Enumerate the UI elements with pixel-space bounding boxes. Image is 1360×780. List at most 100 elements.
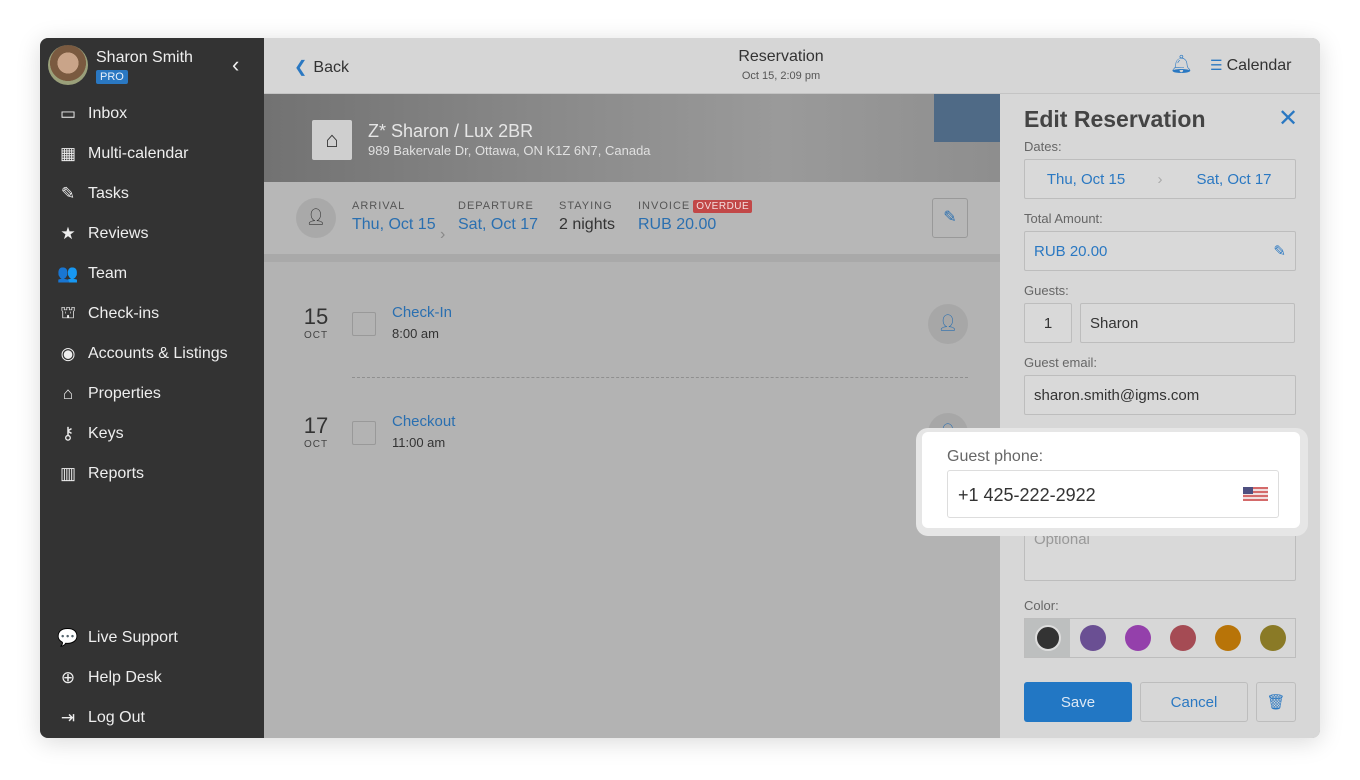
color-swatch[interactable] [1070,619,1115,657]
sidebar-item-live-support[interactable]: 💬 Live Support [40,618,264,658]
month: OCT [303,330,329,341]
task-time: 8:00 am [392,326,439,341]
sidebar-item-keys[interactable]: ⚷ Keys [40,414,264,454]
sidebar-item-reports[interactable]: ▥ Reports [40,454,264,494]
dates-label: Dates: [1024,139,1062,154]
total-amount-field[interactable]: RUB 20.00 ✎ [1024,231,1296,271]
tasks-icon: ✎ [60,184,76,203]
chevron-right-icon: › [1157,170,1163,188]
pencil-icon: ✎ [943,209,957,226]
day-number: 15 [303,304,329,329]
app-window: Sharon Smith PRO ‹ ▭ Inbox ▦ Multi-calendar… [40,38,1320,738]
phone-label: Guest phone: [947,448,1044,465]
star-icon: ★ [60,224,76,243]
sidebar-item-help-desk[interactable]: ⊕ Help Desk [40,658,264,698]
sidebar-item-label: Log Out [88,709,145,726]
phone-value: +1 425-222-2922 [958,485,1096,505]
sidebar-item-label: Keys [88,425,124,442]
color-swatch[interactable] [1250,619,1295,657]
date-from[interactable]: Thu, Oct 15 [1025,171,1147,188]
sidebar-item-label: Team [88,265,128,282]
banner-photo [934,94,1000,142]
delete-button[interactable]: 🗑︎ [1256,682,1296,722]
calendar-label: Calendar [1226,57,1292,74]
sidebar-item-label: Tasks [88,185,129,202]
month: OCT [303,439,329,450]
avatar[interactable] [48,45,88,85]
task-title[interactable]: Checkout [392,413,455,430]
departure: DEPARTURE Sat, Oct 17 [458,200,538,234]
sidebar-item-label: Inbox [88,105,128,122]
sidebar-item-tasks[interactable]: ✎ Tasks [40,174,264,214]
email-label: Guest email: [1024,355,1097,370]
sidebar-item-properties[interactable]: ⌂ Properties [40,374,264,414]
guest-name-input[interactable]: Sharon [1080,303,1295,343]
sidebar-item-check-ins[interactable]: ⛫ Check-ins [40,294,264,334]
sidebar-item-label: Help Desk [88,669,162,686]
sidebar-item-label: Live Support [88,629,178,646]
sidebar-item-multi-calendar[interactable]: ▦ Multi-calendar [40,134,264,174]
staying-label: STAYING [559,200,613,212]
assignee-icon[interactable]: 👤︎ [928,304,968,344]
sidebar-item-accounts-listings[interactable]: ◉ Accounts & Listings [40,334,264,374]
task-date: 17 OCT [292,413,340,450]
total-amount-value: RUB 20.00 [1034,242,1108,260]
property-banner: ⌂ Z* Sharon / Lux 2BR 989 Bakervale Dr, … [264,94,1000,182]
color-swatch[interactable] [1205,619,1250,657]
lifebuoy-icon: ⊕ [60,668,76,687]
reservation-summary: 👤︎ ARRIVAL Thu, Oct 15 › DEPARTURE Sat, Oc… [264,182,1000,262]
overdue-badge: OVERDUE [693,200,753,213]
calendar-icon: ▦ [59,144,77,163]
sidebar-item-log-out[interactable]: ⇥ Log Out [40,698,264,738]
guest-email-input[interactable]: sharon.smith@igms.com [1024,375,1296,415]
sidebar-item-reviews[interactable]: ★ Reviews [40,214,264,254]
task-date: 15 OCT [292,304,340,341]
task-title[interactable]: Check-In [392,304,452,321]
staying-value: 2 nights [559,216,616,233]
edit-reservation-button[interactable]: ✎ [932,198,968,238]
sidebar-item-inbox[interactable]: ▭ Inbox [40,94,264,134]
color-swatch[interactable] [1115,619,1160,657]
departure-label: DEPARTURE [458,200,534,212]
guest-icon[interactable]: 👤︎ [296,198,336,238]
collapse-sidebar-icon[interactable]: ‹ [232,52,239,78]
cancel-button[interactable]: Cancel [1140,682,1248,722]
team-icon: 👥 [57,264,79,283]
invoice-value[interactable]: RUB 20.00 [638,216,752,234]
arrival-value[interactable]: Thu, Oct 15 [352,216,436,234]
calendar-search-icon: ☰ [1210,57,1223,73]
date-to[interactable]: Sat, Oct 17 [1173,171,1295,188]
divider [352,377,968,378]
arrival: ARRIVAL Thu, Oct 15 [352,200,436,234]
sidebar-item-label: Properties [88,385,161,402]
invoice-label: INVOICE [638,200,691,212]
guest-phone-input[interactable]: +1 425-222-2922 [947,470,1279,518]
home-icon: ⌂ [312,120,352,160]
page-subtitle: Oct 15, 2:09 pm [741,70,821,82]
logout-icon: ⇥ [60,708,76,727]
user-name: Sharon Smith [96,49,193,66]
guests-count-input[interactable]: 1 [1024,303,1072,343]
task-row: 17OCTCheckout11:00 am👤︎ [264,413,1000,463]
color-label: Color: [1024,598,1059,613]
color-swatch[interactable] [1160,619,1205,657]
color-swatch[interactable] [1025,619,1070,657]
panel-title: Edit Reservation [1024,106,1206,132]
task-checkbox[interactable] [352,421,376,445]
dates-field[interactable]: Thu, Oct 15 › Sat, Oct 17 [1024,159,1296,199]
reports-icon: ▥ [59,464,77,483]
arrival-label: ARRIVAL [352,200,406,212]
task-checkbox[interactable] [352,312,376,336]
us-flag-icon[interactable] [1243,487,1268,501]
sidebar-item-team[interactable]: 👥 Team [40,254,264,294]
sidebar: Sharon Smith PRO ‹ ▭ Inbox ▦ Multi-calendar… [40,38,264,738]
sidebar-item-label: Accounts & Listings [88,345,228,362]
close-icon[interactable]: ✕ [1278,104,1298,133]
save-button[interactable]: Save [1024,682,1132,722]
staying: STAYING 2 nights [559,200,615,234]
calendar-button[interactable]: ☰ Calendar [1210,57,1292,75]
chevron-right-icon: › [440,226,446,243]
departure-value[interactable]: Sat, Oct 17 [458,216,538,234]
bell-icon[interactable]: 🔔︎ [1170,54,1193,75]
pencil-icon[interactable]: ✎ [1273,242,1286,260]
